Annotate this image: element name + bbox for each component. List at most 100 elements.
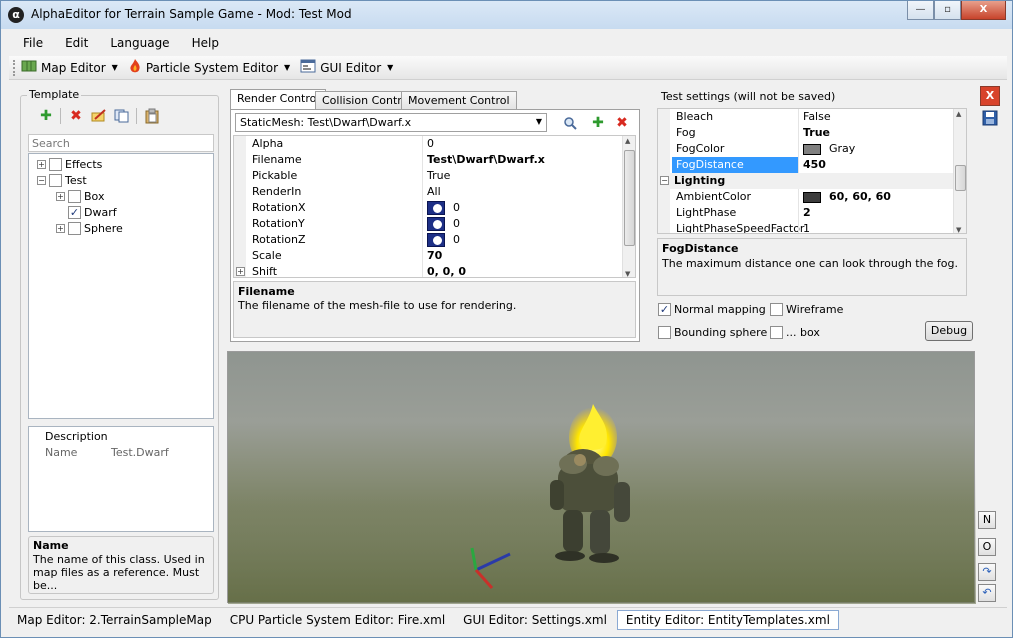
tab-movement-control[interactable]: Movement Control <box>401 91 517 110</box>
menu-language[interactable]: Language <box>96 36 177 50</box>
editor-tab[interactable]: GUI Editor: Settings.xml <box>455 611 615 629</box>
property-value[interactable]: True <box>803 126 830 139</box>
rename-icon[interactable] <box>90 107 108 125</box>
property-row[interactable]: Filename Test\Dwarf\Dwarf.x <box>234 152 624 168</box>
maximize-button[interactable]: ▫ <box>934 1 961 20</box>
property-row[interactable]: + Shift 0, 0, 0 <box>234 264 624 277</box>
property-value[interactable]: Test\Dwarf\Dwarf.x <box>427 153 545 166</box>
save-icon[interactable] <box>982 110 998 126</box>
copy-icon[interactable] <box>113 107 131 125</box>
3d-viewport[interactable] <box>227 351 976 604</box>
menu-edit[interactable]: Edit <box>51 36 96 50</box>
property-row[interactable]: FogColor Gray <box>658 141 954 157</box>
tree-item-box[interactable]: + Box <box>56 188 104 204</box>
checkbox-box[interactable] <box>68 189 81 203</box>
checkbox-effects[interactable] <box>49 157 62 171</box>
delete-icon[interactable]: ✖ <box>67 107 85 125</box>
particle-editor-button[interactable]: Particle System Editor ▼ <box>128 58 290 77</box>
expand-icon[interactable]: + <box>56 223 65 233</box>
chevron-down-icon[interactable]: ▼ <box>387 63 393 72</box>
collapse-icon[interactable]: − <box>660 176 669 185</box>
property-value[interactable]: 60, 60, 60 <box>803 190 891 203</box>
checkbox-bounding-box[interactable] <box>770 326 783 339</box>
menu-file[interactable]: File <box>9 36 51 50</box>
gui-editor-button[interactable]: GUI Editor ▼ <box>300 59 393 76</box>
chevron-down-icon[interactable]: ▼ <box>284 63 290 72</box>
checkbox-bounding-sphere[interactable] <box>658 326 671 339</box>
test-grid-scrollbar[interactable]: ▲ ▼ <box>953 109 966 233</box>
property-value[interactable]: 0 <box>427 201 460 215</box>
delete-icon[interactable]: ✖ <box>613 114 631 132</box>
tab-render-control[interactable]: Render Control <box>230 89 327 110</box>
collapse-icon[interactable]: − <box>37 175 46 185</box>
chevron-down-icon[interactable]: ▼ <box>536 117 542 126</box>
mesh-select[interactable]: StaticMesh: Test\Dwarf\Dwarf.x ▼ <box>235 113 547 132</box>
tree-item-sphere[interactable]: + Sphere <box>56 220 123 236</box>
test-property-grid[interactable]: Bleach False Fog True FogColor Gray FogDistanc… <box>657 108 967 234</box>
color-swatch[interactable] <box>803 143 821 155</box>
description-value-name[interactable]: Test.Dwarf <box>111 446 169 459</box>
property-row[interactable]: AmbientColor 60, 60, 60 <box>658 189 954 205</box>
property-value[interactable]: 70 <box>427 249 442 262</box>
normal-mapping-checkbox[interactable]: ✓ Normal mapping <box>658 303 766 316</box>
menu-help[interactable]: Help <box>178 36 227 50</box>
property-row[interactable]: RotationY 0 <box>234 216 624 232</box>
tree-item-test[interactable]: − Test <box>37 172 87 188</box>
bounding-box-checkbox[interactable]: ... box <box>770 326 820 339</box>
add-icon[interactable]: ✚ <box>37 107 55 125</box>
property-row[interactable]: Scale 70 <box>234 248 624 264</box>
map-editor-button[interactable]: Map Editor ▼ <box>21 59 118 76</box>
paste-icon[interactable] <box>143 107 161 125</box>
scroll-up-icon[interactable]: ▲ <box>956 110 961 118</box>
property-row[interactable]: RenderIn All <box>234 184 624 200</box>
editor-tab[interactable]: CPU Particle System Editor: Fire.xml <box>222 611 453 629</box>
expand-icon[interactable]: + <box>37 159 46 169</box>
editor-tab[interactable]: Entity Editor: EntityTemplates.xml <box>616 609 839 630</box>
scroll-thumb[interactable] <box>624 150 635 246</box>
search-icon[interactable] <box>561 114 579 132</box>
scroll-down-icon[interactable]: ▼ <box>956 226 961 233</box>
rotation-dial-icon[interactable] <box>427 233 445 247</box>
property-value[interactable]: 2 <box>803 206 811 219</box>
property-row[interactable]: Pickable True <box>234 168 624 184</box>
expand-icon[interactable]: + <box>236 267 245 276</box>
property-value[interactable]: 1 <box>803 222 810 233</box>
checkbox-wireframe[interactable] <box>770 303 783 316</box>
checkbox-test[interactable] <box>49 173 62 187</box>
property-value[interactable]: False <box>803 110 831 123</box>
property-row[interactable]: LightPhase 2 <box>658 205 954 221</box>
checkbox-normal-mapping[interactable]: ✓ <box>658 303 671 316</box>
render-property-grid[interactable]: Alpha 0 Filename Test\Dwarf\Dwarf.x Pickable… <box>233 135 636 278</box>
property-row[interactable]: FogDistance 450 <box>658 157 954 173</box>
property-row[interactable]: RotationX 0 <box>234 200 624 216</box>
property-value[interactable]: 0 <box>427 217 460 231</box>
property-value[interactable]: 0 <box>427 233 460 247</box>
add-icon[interactable]: ✚ <box>589 114 607 132</box>
scroll-up-icon[interactable]: ▲ <box>625 137 630 145</box>
tree-item-dwarf[interactable]: ✓ Dwarf <box>56 204 117 220</box>
redo-icon[interactable]: ↷ <box>978 563 996 581</box>
property-row[interactable]: Alpha 0 <box>234 136 624 152</box>
scroll-down-icon[interactable]: ▼ <box>625 270 630 277</box>
debug-button[interactable]: Debug <box>925 321 973 341</box>
chevron-down-icon[interactable]: ▼ <box>112 63 118 72</box>
property-row[interactable]: RotationZ 0 <box>234 232 624 248</box>
n-button[interactable]: N <box>978 511 996 529</box>
template-search-box[interactable]: Search <box>28 134 214 152</box>
property-value[interactable]: 450 <box>803 158 826 171</box>
toolbar-grip[interactable] <box>13 59 17 76</box>
rotation-dial-icon[interactable] <box>427 217 445 231</box>
o-button[interactable]: O <box>978 538 996 556</box>
expand-icon[interactable]: + <box>56 191 65 201</box>
template-tree[interactable]: + Effects − Test + Box ✓ Dwarf + Sphere <box>28 153 214 419</box>
property-row[interactable]: Bleach False <box>658 109 954 125</box>
render-grid-scrollbar[interactable]: ▲ ▼ <box>622 136 635 277</box>
scroll-thumb[interactable] <box>955 165 966 191</box>
tree-item-effects[interactable]: + Effects <box>37 156 102 172</box>
checkbox-dwarf[interactable]: ✓ <box>68 205 81 219</box>
title-bar[interactable]: α AlphaEditor for Terrain Sample Game - … <box>1 1 1012 29</box>
property-value[interactable]: True <box>427 169 450 182</box>
property-value[interactable]: All <box>427 185 441 198</box>
property-value[interactable]: Gray <box>803 142 855 155</box>
rotation-dial-icon[interactable] <box>427 201 445 215</box>
